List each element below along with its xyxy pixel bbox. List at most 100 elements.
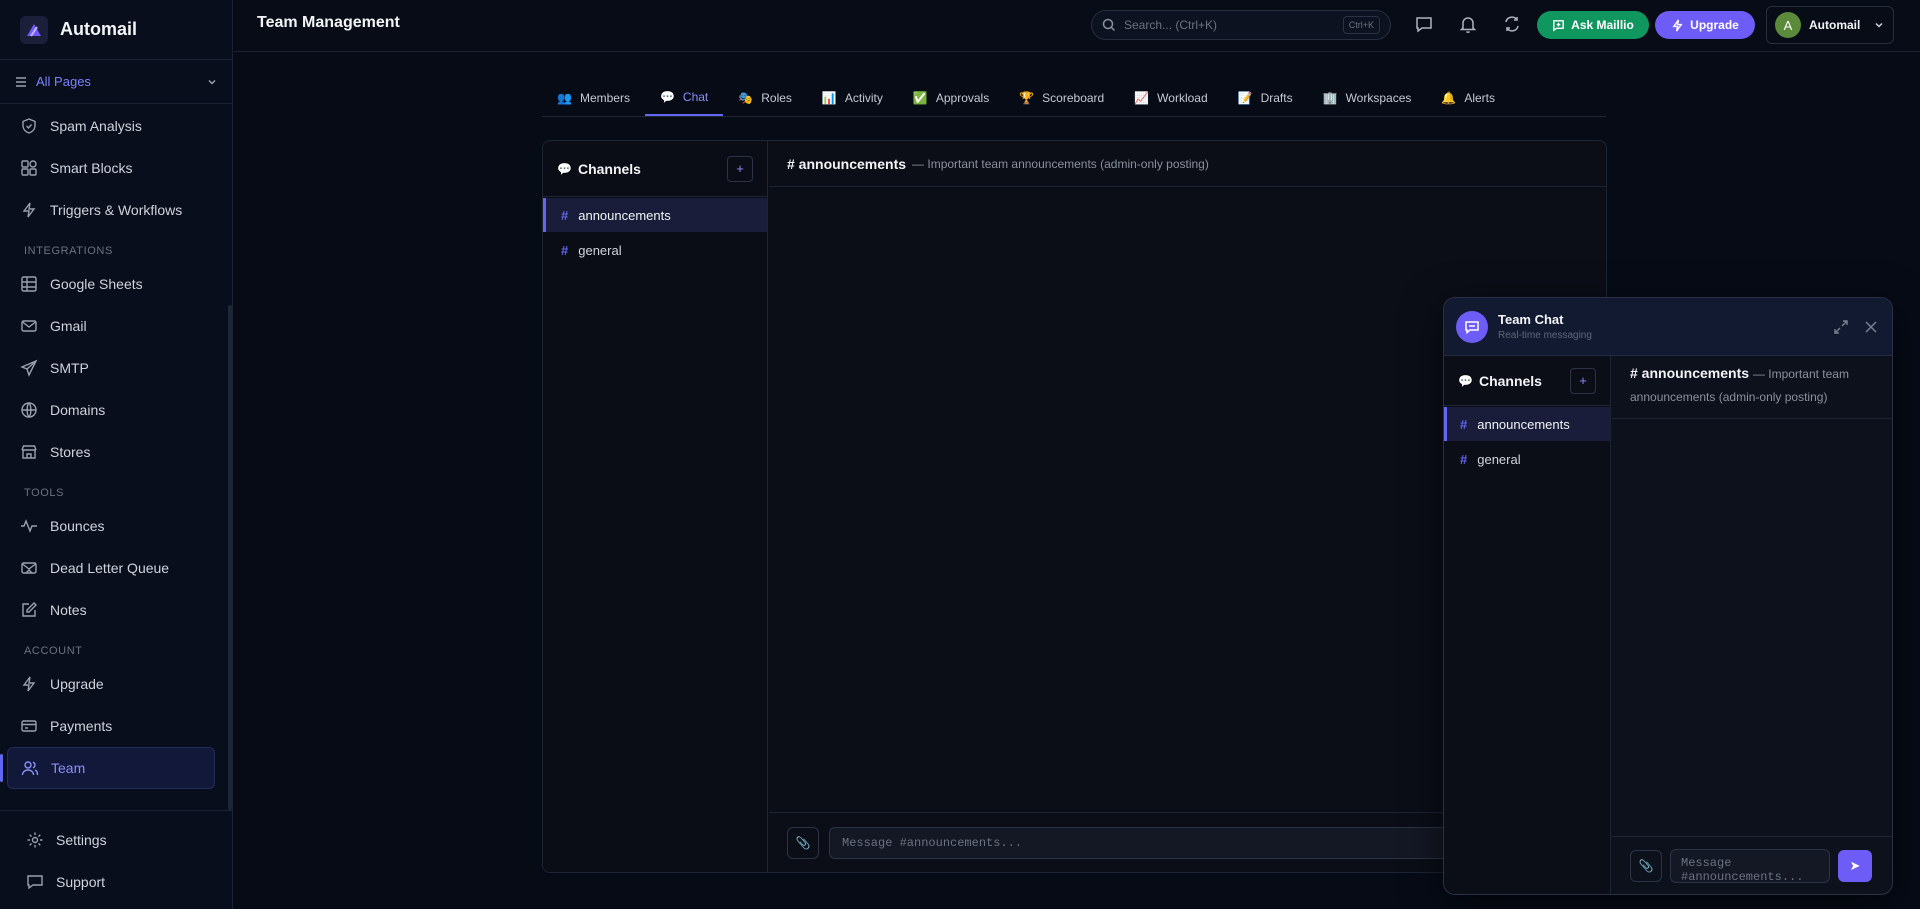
- channel-list: 💬 Channels + # announcements # general: [543, 141, 768, 872]
- sidebar-item-domains[interactable]: Domains: [0, 389, 227, 431]
- close-button[interactable]: [1862, 318, 1880, 336]
- user-menu[interactable]: A Automail: [1766, 6, 1894, 44]
- global-search[interactable]: Ctrl+K: [1091, 10, 1391, 40]
- channel-item-general[interactable]: # general: [1444, 442, 1610, 476]
- chat-icon: 💬: [659, 90, 675, 104]
- chat-icon: [1416, 17, 1432, 33]
- channel-name: general: [1477, 451, 1521, 467]
- tab-drafts[interactable]: 📝 Drafts: [1223, 80, 1308, 116]
- sidebar-item-label: Triggers & Workflows: [50, 202, 183, 218]
- hash-icon: #: [561, 207, 569, 223]
- trophy-icon: 🏆: [1019, 91, 1035, 105]
- tab-chat[interactable]: 💬 Chat: [644, 80, 724, 116]
- tab-label: Members: [579, 91, 630, 105]
- upgrade-button[interactable]: Upgrade: [1655, 11, 1755, 39]
- credit-card-icon: [21, 720, 37, 732]
- channel-name: announcements: [1477, 416, 1570, 432]
- channel-description: — Important team announcements (admin-on…: [912, 156, 1209, 171]
- app-name: Automail: [60, 19, 138, 39]
- search-input[interactable]: [1124, 18, 1343, 32]
- sidebar-item-payments[interactable]: Payments: [0, 705, 227, 747]
- building-icon: 🏢: [1322, 91, 1338, 105]
- tab-roles[interactable]: 🎭 Roles: [723, 80, 807, 116]
- sidebar-item-stores[interactable]: Stores: [0, 431, 227, 473]
- hash-icon: #: [561, 242, 569, 258]
- bell-icon: [1459, 17, 1477, 34]
- roles-icon: 🎭: [738, 91, 754, 105]
- sidebar-item-smtp[interactable]: SMTP: [0, 347, 227, 389]
- chat-plus-icon: [1553, 19, 1564, 31]
- send-button[interactable]: ➤: [1838, 849, 1872, 882]
- brand[interactable]: Automail: [0, 0, 232, 60]
- section-heading-tools: TOOLS: [24, 487, 65, 499]
- search-icon: [1102, 18, 1116, 32]
- widget-channel-header: # announcements — Important team announc…: [1612, 356, 1892, 419]
- page-title: Team Management: [257, 14, 400, 31]
- activity-icon: [21, 519, 37, 533]
- sidebar-item-gmail[interactable]: Gmail: [0, 305, 227, 347]
- tab-activity[interactable]: 📊 Activity: [807, 80, 898, 116]
- widget-title: Team Chat: [1498, 312, 1564, 327]
- sidebar-item-triggers-workflows[interactable]: Triggers & Workflows: [0, 189, 227, 231]
- widget-message-input[interactable]: [1670, 848, 1830, 883]
- check-icon: ✅: [912, 91, 928, 105]
- sidebar: Automail All Pages Spam Analysis Smart B…: [0, 0, 233, 909]
- add-channel-button[interactable]: +: [727, 155, 753, 182]
- sidebar-item-label: Team: [51, 760, 86, 776]
- sidebar-item-smart-blocks[interactable]: Smart Blocks: [0, 147, 227, 189]
- channel-item-announcements[interactable]: # announcements: [543, 198, 767, 232]
- add-channel-button[interactable]: +: [1570, 367, 1596, 394]
- chart-icon: 📈: [1134, 91, 1150, 105]
- widget-subtitle: Real-time messaging: [1498, 330, 1592, 341]
- sidebar-item-upgrade[interactable]: Upgrade: [0, 663, 227, 705]
- sidebar-item-dead-letter-queue[interactable]: Dead Letter Queue: [0, 547, 227, 589]
- all-pages-dropdown[interactable]: All Pages: [0, 60, 232, 104]
- tab-workspaces[interactable]: 🏢 Workspaces: [1308, 80, 1427, 116]
- channels-title: Channels: [1478, 372, 1542, 389]
- sidebar-item-bounces[interactable]: Bounces: [0, 505, 227, 547]
- expand-button[interactable]: [1832, 318, 1850, 336]
- sidebar-item-settings[interactable]: Settings: [0, 819, 233, 861]
- sidebar-item-notes[interactable]: Notes: [0, 589, 227, 631]
- widget-composer: 📎 ➤: [1612, 836, 1892, 894]
- sidebar-nav: Spam Analysis Smart Blocks Triggers & Wo…: [0, 105, 227, 789]
- sidebar-item-team[interactable]: Team: [0, 747, 215, 789]
- tab-approvals[interactable]: ✅ Approvals: [898, 80, 1004, 116]
- widget-channel-view: # announcements — Important team announc…: [1612, 356, 1892, 894]
- sidebar-item-spam-analysis[interactable]: Spam Analysis: [0, 105, 227, 147]
- chat-icon: 💬: [1458, 373, 1473, 388]
- tab-workload[interactable]: 📈 Workload: [1119, 80, 1222, 116]
- members-icon: 👥: [557, 91, 572, 105]
- close-icon: [1865, 320, 1877, 333]
- channel-item-general[interactable]: # general: [543, 233, 767, 267]
- sidebar-scrollbar[interactable]: [228, 305, 232, 810]
- section-heading-integrations: INTEGRATIONS: [24, 245, 113, 257]
- sidebar-item-google-sheets[interactable]: Google Sheets: [0, 263, 227, 305]
- tab-alerts[interactable]: 🔔 Alerts: [1426, 80, 1510, 116]
- tab-scoreboard[interactable]: 🏆 Scoreboard: [1004, 80, 1119, 116]
- ask-maillio-button[interactable]: Ask Maillio: [1537, 11, 1649, 39]
- send-icon: [20, 359, 38, 377]
- paperclip-icon: 📎: [795, 835, 811, 850]
- sidebar-item-label: Spam Analysis: [50, 118, 142, 134]
- tab-members[interactable]: 👥 Members: [542, 80, 645, 116]
- sidebar-item-label: Google Sheets: [50, 276, 143, 292]
- sidebar-item-support[interactable]: Support: [0, 861, 233, 903]
- channel-item-announcements[interactable]: # announcements: [1444, 407, 1610, 441]
- widget-channels-header: 💬 Channels +: [1444, 356, 1610, 406]
- attach-button[interactable]: 📎: [1630, 849, 1662, 882]
- edit-icon: [22, 602, 37, 617]
- bell-icon: 🔔: [1441, 91, 1457, 105]
- mail-icon: [21, 320, 37, 332]
- store-icon: [21, 445, 37, 459]
- notifications-button[interactable]: [1458, 14, 1478, 34]
- team-tabs: 👥 Members 💬 Chat 🎭 Roles 📊 Activity ✅ Approva…: [542, 80, 1606, 117]
- messages-button[interactable]: [1414, 14, 1434, 34]
- sync-button[interactable]: [1502, 14, 1522, 34]
- gear-icon: [27, 832, 43, 848]
- channel-header: # announcements — Important team announc…: [769, 141, 1606, 187]
- attach-button[interactable]: 📎: [787, 826, 819, 859]
- blocks-icon: [21, 160, 37, 176]
- app-logo-icon: [20, 15, 48, 44]
- tab-label: Workspaces: [1345, 91, 1412, 105]
